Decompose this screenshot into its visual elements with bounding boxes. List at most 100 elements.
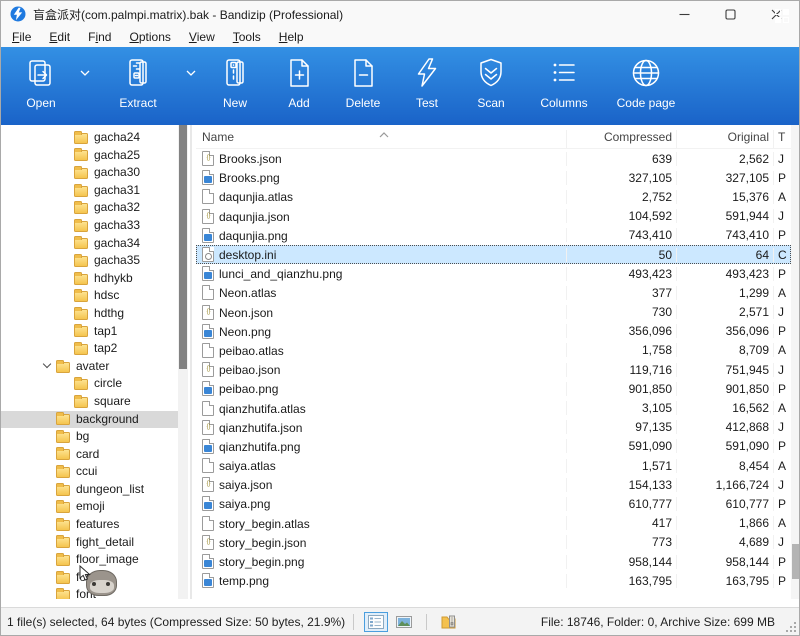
- toolbar: Open Extract New AddDeleteTestScanColumnsCo…: [1, 47, 799, 125]
- tree-item-floor_image[interactable]: floor_image: [1, 551, 178, 569]
- file-row-daqunjia.atlas[interactable]: daqunjia.atlas2,75215,376A: [196, 187, 791, 206]
- menu-item-options[interactable]: Options: [120, 27, 179, 47]
- toolbar-extract-button[interactable]: Extract: [97, 55, 179, 110]
- column-header-original[interactable]: Original: [676, 130, 773, 148]
- toolbar-button-label: New: [223, 96, 247, 110]
- file-row-story_begin.png[interactable]: story_begin.png958,144958,144P: [196, 552, 791, 571]
- tree-item-label: fight_detail: [76, 534, 134, 552]
- file-row-Brooks.png[interactable]: Brooks.png327,105327,105P: [196, 168, 791, 187]
- tree-item-label: tap2: [94, 340, 117, 358]
- toolbar-test-button[interactable]: Test: [395, 55, 459, 110]
- file-list-vertical-scrollbar[interactable]: [791, 125, 800, 599]
- file-row-qianzhutifa.atlas[interactable]: qianzhutifa.atlas3,10516,562A: [196, 398, 791, 417]
- file-row-story_begin.json[interactable]: story_begin.json7734,689J: [196, 533, 791, 552]
- maximize-button[interactable]: [707, 1, 753, 27]
- folder-icon: [74, 150, 88, 161]
- file-row-daqunjia.json[interactable]: daqunjia.json104,592591,944J: [196, 207, 791, 226]
- file-row-Neon.atlas[interactable]: Neon.atlas3771,299A: [196, 283, 791, 302]
- file-row-story_begin.atlas[interactable]: story_begin.atlas4171,866A: [196, 514, 791, 533]
- file-row-qianzhutifa.json[interactable]: qianzhutifa.json97,135412,868J: [196, 418, 791, 437]
- tree-item-gacha30[interactable]: gacha30: [1, 164, 178, 182]
- tree-item-square[interactable]: square: [1, 393, 178, 411]
- file-row-saiya.json[interactable]: saiya.json154,1331,166,724J: [196, 475, 791, 494]
- tree-item-fog[interactable]: fog: [1, 569, 178, 587]
- tree-item-hdthg[interactable]: hdthg: [1, 305, 178, 323]
- menu-item-tools[interactable]: Tools: [224, 27, 270, 47]
- folder-icon: [74, 344, 88, 355]
- tree-item-hdsc[interactable]: hdsc: [1, 287, 178, 305]
- toolbar-columns-button[interactable]: Columns: [523, 55, 605, 110]
- file-row-Neon.json[interactable]: Neon.json7302,571J: [196, 303, 791, 322]
- toolbar-scan-button[interactable]: Scan: [459, 55, 523, 110]
- file-row-Brooks.json[interactable]: Brooks.json6392,562J: [196, 149, 791, 168]
- file-row-peibao.atlas[interactable]: peibao.atlas1,7588,709A: [196, 341, 791, 360]
- file-row-peibao.json[interactable]: peibao.json119,716751,945J: [196, 360, 791, 379]
- tree-item-font[interactable]: font: [1, 586, 178, 599]
- column-header-type[interactable]: T: [773, 130, 791, 148]
- tree-item-gacha25[interactable]: gacha25: [1, 147, 178, 165]
- file-row-desktop.ini[interactable]: desktop.ini5064C: [196, 245, 791, 264]
- toolbar-new-button[interactable]: New: [203, 55, 267, 110]
- tree-item-gacha34[interactable]: gacha34: [1, 235, 178, 253]
- tree-item-card[interactable]: card: [1, 446, 178, 464]
- toolbar-extract-dropdown[interactable]: [179, 55, 203, 91]
- tree-item-gacha24[interactable]: gacha24: [1, 129, 178, 147]
- file-name-cell: Neon.png: [196, 324, 566, 339]
- toolbar-open-button[interactable]: Open: [9, 55, 73, 110]
- tree-item-bg[interactable]: bg: [1, 428, 178, 446]
- sidebar-vertical-scrollbar-thumb[interactable]: [179, 125, 187, 369]
- toolbar-open-dropdown[interactable]: [73, 55, 97, 91]
- file-compressed-size: 104,592: [566, 209, 676, 223]
- minimize-button[interactable]: [661, 1, 707, 27]
- file-name-cell: saiya.json: [196, 477, 566, 492]
- sidebar-vertical-scrollbar[interactable]: [178, 125, 188, 599]
- tree-item-background[interactable]: background: [1, 411, 178, 429]
- layout-toggle-icon[interactable]: [775, 9, 789, 23]
- file-row-daqunjia.png[interactable]: daqunjia.png743,410743,410P: [196, 226, 791, 245]
- folder-icon: [56, 590, 70, 599]
- resize-grip[interactable]: [786, 622, 796, 632]
- tree-item-tap2[interactable]: tap2: [1, 340, 178, 358]
- file-row-saiya.png[interactable]: saiya.png610,777610,777P: [196, 494, 791, 513]
- tree-item-gacha31[interactable]: gacha31: [1, 182, 178, 200]
- toolbar-delete-button[interactable]: Delete: [331, 55, 395, 110]
- file-name: saiya.png: [219, 497, 270, 511]
- tree-item-gacha32[interactable]: gacha32: [1, 199, 178, 217]
- tree-item-ccui[interactable]: ccui: [1, 463, 178, 481]
- file-compressed-size: 97,135: [566, 420, 676, 434]
- file-type: A: [773, 516, 791, 530]
- file-row-peibao.png[interactable]: peibao.png901,850901,850P: [196, 379, 791, 398]
- file-row-lunci_and_qianzhu.png[interactable]: lunci_and_qianzhu.png493,423493,423P: [196, 264, 791, 283]
- menu-item-find[interactable]: Find: [79, 27, 120, 47]
- file-list-vertical-scrollbar-thumb[interactable]: [792, 544, 800, 579]
- file-compressed-size: 591,090: [566, 439, 676, 453]
- details-view-button[interactable]: [364, 612, 388, 632]
- tree-item-features[interactable]: features: [1, 516, 178, 534]
- file-name-cell: Brooks.json: [196, 151, 566, 166]
- menu-item-view[interactable]: View: [180, 27, 224, 47]
- title-bar[interactable]: 盲盒派对(com.palmpi.matrix).bak - Bandizip (…: [1, 1, 799, 27]
- menu-item-edit[interactable]: Edit: [40, 27, 79, 47]
- tree-item-hdhykb[interactable]: hdhykb: [1, 270, 178, 288]
- tree-item-emoji[interactable]: emoji: [1, 498, 178, 516]
- tree-item-gacha33[interactable]: gacha33: [1, 217, 178, 235]
- tree-item-gacha35[interactable]: gacha35: [1, 252, 178, 270]
- toolbar-add-button[interactable]: Add: [267, 55, 331, 110]
- tree-item-tap1[interactable]: tap1: [1, 323, 178, 341]
- archive-folder-button[interactable]: [437, 612, 461, 632]
- thumbnail-view-button[interactable]: [392, 612, 416, 632]
- tree-item-circle[interactable]: circle: [1, 375, 178, 393]
- tree-item-avater[interactable]: avater: [1, 358, 178, 376]
- file-row-qianzhutifa.png[interactable]: qianzhutifa.png591,090591,090P: [196, 437, 791, 456]
- menu-item-help[interactable]: Help: [270, 27, 313, 47]
- toolbar-codepage-button[interactable]: Code page: [605, 55, 687, 110]
- column-header-compressed[interactable]: Compressed: [566, 130, 676, 148]
- file-row-temp.png[interactable]: temp.png163,795163,795P: [196, 571, 791, 590]
- pane-splitter[interactable]: [190, 125, 192, 599]
- menu-item-file[interactable]: File: [3, 27, 40, 47]
- folder-icon: [56, 537, 70, 548]
- file-row-saiya.atlas[interactable]: saiya.atlas1,5718,454A: [196, 456, 791, 475]
- file-row-Neon.png[interactable]: Neon.png356,096356,096P: [196, 322, 791, 341]
- tree-item-dungeon_list[interactable]: dungeon_list: [1, 481, 178, 499]
- tree-item-fight_detail[interactable]: fight_detail: [1, 534, 178, 552]
